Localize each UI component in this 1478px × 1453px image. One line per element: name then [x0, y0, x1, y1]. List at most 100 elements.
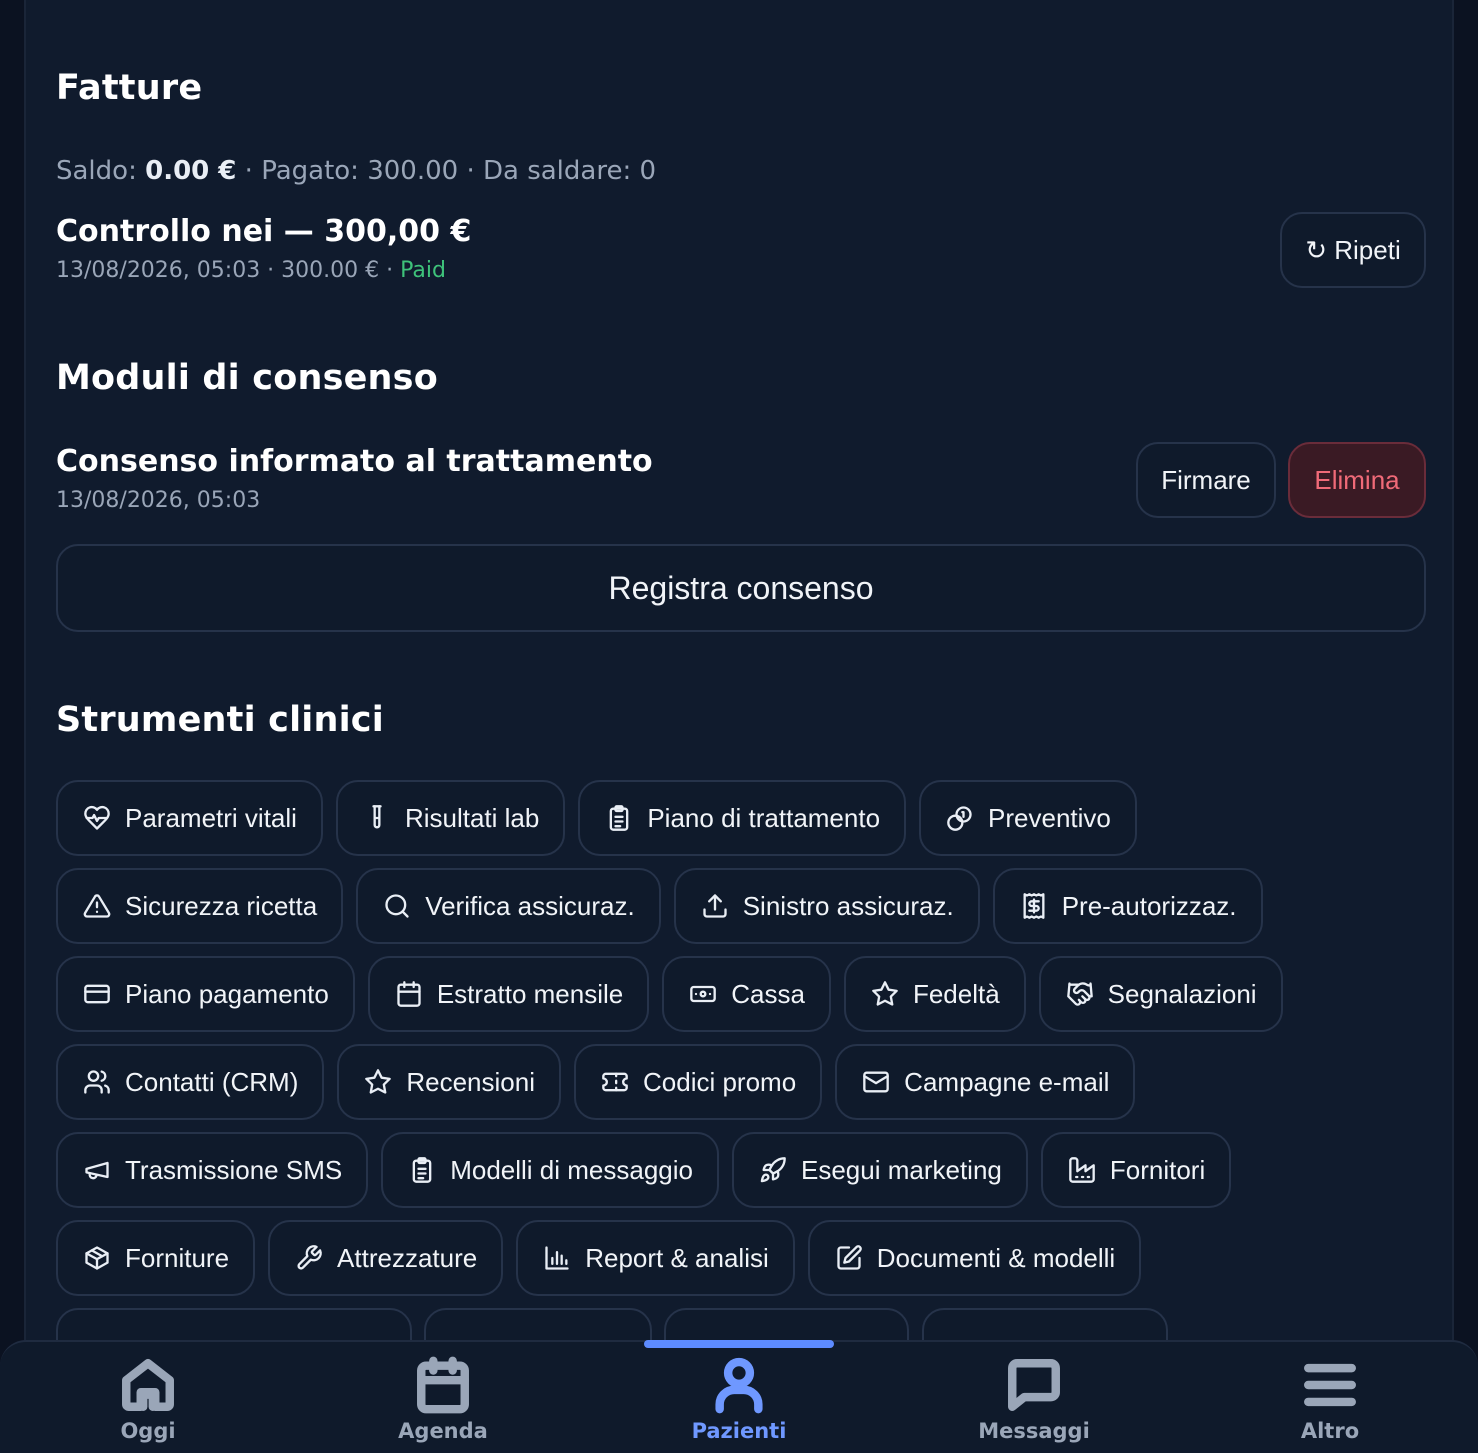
home-icon: [122, 1359, 174, 1411]
nav-item-today[interactable]: Oggi: [38, 1342, 258, 1453]
tool-label: Documenti & modelli: [876, 1242, 1116, 1273]
sign-consent-button[interactable]: Firmare: [1136, 442, 1276, 518]
banknote-icon: [690, 985, 717, 1003]
tool-label: Piano pagamento: [125, 978, 329, 1009]
tool-label: Attrezzature: [337, 1242, 478, 1273]
tool-chip-partial[interactable]: [424, 1308, 652, 1340]
consent-date: 13/08/2026, 05:03: [56, 488, 261, 513]
due-amount: Da saldare: 0: [482, 156, 657, 186]
tool-label: Preventivo: [988, 802, 1111, 833]
active-tab-indicator: [644, 1340, 834, 1348]
tool-suppliers-button[interactable]: Fornitori: [1040, 1132, 1232, 1208]
tool-supplies-button[interactable]: Forniture: [56, 1220, 256, 1296]
bar-chart-icon: [545, 1246, 569, 1270]
tool-cash-button[interactable]: Cassa: [662, 956, 831, 1032]
repeat-invoice-button[interactable]: ↻ Ripeti: [1280, 212, 1426, 288]
tools-row: Contatti (CRM) Recensioni Codici promo C…: [56, 1044, 1136, 1120]
tool-label: Risultati lab: [404, 802, 540, 833]
calendar-icon: [417, 1356, 469, 1414]
tool-label: Pre-autorizzaz.: [1061, 890, 1237, 921]
megaphone-icon: [85, 1161, 109, 1180]
nav-label: Altro: [1300, 1419, 1360, 1443]
tool-treatment-plan-button[interactable]: Piano di trattamento: [578, 780, 907, 856]
tools-row: Trasmissione SMS Modelli di messaggio Es…: [56, 1132, 1232, 1208]
bottom-nav: Oggi Agenda Pazienti Messaggi Altro: [0, 1340, 1478, 1453]
coins-icon: [947, 806, 972, 831]
tool-label: Parametri vitali: [125, 802, 297, 833]
tool-sms-broadcast-button[interactable]: Trasmissione SMS: [56, 1132, 369, 1208]
tool-chip-partial[interactable]: [664, 1308, 909, 1340]
tools-row: Forniture Attrezzature Report & analisi …: [56, 1220, 1142, 1296]
nav-item-agenda[interactable]: Agenda: [333, 1342, 553, 1453]
factory-icon: [1069, 1157, 1095, 1183]
tool-documents-button[interactable]: Documenti & modelli: [807, 1220, 1142, 1296]
tool-label: Piano di trattamento: [647, 802, 881, 833]
clipboard-list-icon: [412, 1157, 432, 1183]
tool-chip-partial[interactable]: [922, 1308, 1168, 1340]
tool-prescription-safety-button[interactable]: Sicurezza ricetta: [56, 868, 344, 944]
warning-triangle-icon: [83, 894, 111, 918]
star-icon: [872, 981, 898, 1006]
package-icon: [85, 1246, 109, 1270]
mail-icon: [863, 1071, 890, 1093]
tool-label: Campagne e-mail: [904, 1066, 1110, 1097]
repeat-button-label: ↻ Ripeti: [1305, 234, 1401, 265]
invoice-summary: Saldo: 0.00 € · Pagato: 300.00 · Da sald…: [56, 156, 656, 186]
tools-heading: Strumenti clinici: [56, 700, 384, 740]
tool-email-campaigns-button[interactable]: Campagne e-mail: [835, 1044, 1136, 1120]
nav-item-messages[interactable]: Messaggi: [924, 1342, 1144, 1453]
nav-label: Pazienti: [691, 1419, 787, 1443]
user-icon: [715, 1357, 763, 1414]
tool-label: Modelli di messaggio: [450, 1154, 693, 1185]
tool-crm-button[interactable]: Contatti (CRM): [56, 1044, 325, 1120]
tool-insurance-claim-button[interactable]: Sinistro assicuraz.: [673, 868, 980, 944]
tool-monthly-statement-button[interactable]: Estratto mensile: [367, 956, 650, 1032]
nav-item-more[interactable]: Altro: [1220, 1342, 1440, 1453]
tool-label: Sinistro assicuraz.: [742, 890, 954, 921]
upload-icon: [703, 894, 727, 918]
tool-label: Esegui marketing: [801, 1154, 1002, 1185]
tool-referrals-button[interactable]: Segnalazioni: [1038, 956, 1283, 1032]
invoice-title: Controllo nei — 300,00 €: [56, 214, 472, 249]
tool-label: Recensioni: [406, 1066, 535, 1097]
tool-estimate-button[interactable]: Preventivo: [919, 780, 1137, 856]
tool-payment-plan-button[interactable]: Piano pagamento: [56, 956, 355, 1032]
tools-row: Sicurezza ricetta Verifica assicuraz. Si…: [56, 868, 1263, 944]
tool-loyalty-button[interactable]: Fedeltà: [843, 956, 1026, 1032]
delete-consent-button[interactable]: Elimina: [1288, 442, 1426, 518]
tool-label: Trasmissione SMS: [125, 1154, 343, 1185]
edit-icon: [837, 1245, 862, 1270]
tool-label: Estratto mensile: [436, 978, 624, 1009]
menu-icon: [1304, 1363, 1356, 1407]
summary-separator: ·: [244, 156, 253, 186]
tool-reviews-button[interactable]: Recensioni: [337, 1044, 561, 1120]
calendar-icon: [397, 981, 421, 1007]
nav-label: Messaggi: [978, 1419, 1090, 1443]
tool-vitals-button[interactable]: Parametri vitali: [56, 780, 323, 856]
tool-run-marketing-button[interactable]: Esegui marketing: [732, 1132, 1028, 1208]
tool-message-templates-button[interactable]: Modelli di messaggio: [381, 1132, 719, 1208]
tool-preauth-button[interactable]: Pre-autorizzaz.: [992, 868, 1263, 944]
heart-pulse-icon: [84, 805, 110, 830]
tool-lab-results-button[interactable]: Risultati lab: [335, 780, 566, 856]
tools-row: Parametri vitali Risultati lab Piano di …: [56, 780, 1137, 856]
invoice-meta-text: 13/08/2026, 05:03 · 300.00 € ·: [56, 258, 394, 283]
tool-label: Report & analisi: [585, 1242, 769, 1273]
tool-label: Fornitori: [1109, 1154, 1206, 1185]
tool-promo-codes-button[interactable]: Codici promo: [574, 1044, 823, 1120]
tool-reports-button[interactable]: Report & analisi: [516, 1220, 795, 1296]
tool-equipment-button[interactable]: Attrezzature: [268, 1220, 504, 1296]
tool-insurance-check-button[interactable]: Verifica assicuraz.: [356, 868, 661, 944]
tool-label: Verifica assicuraz.: [425, 890, 635, 921]
tool-label: Forniture: [125, 1242, 230, 1273]
nav-item-patients[interactable]: Pazienti: [629, 1342, 849, 1453]
main-panel: Fatture Saldo: 0.00 € · Pagato: 300.00 ·…: [24, 0, 1454, 1453]
summary-separator: ·: [466, 156, 475, 186]
delete-button-label: Elimina: [1314, 464, 1400, 495]
tool-chip-partial[interactable]: [56, 1308, 412, 1340]
handshake-icon: [1066, 982, 1093, 1006]
credit-card-icon: [84, 984, 110, 1004]
sign-button-label: Firmare: [1161, 464, 1251, 495]
tools-row: Piano pagamento Estratto mensile Cassa F…: [56, 956, 1283, 1032]
register-consent-button[interactable]: Registra consenso: [56, 544, 1426, 632]
